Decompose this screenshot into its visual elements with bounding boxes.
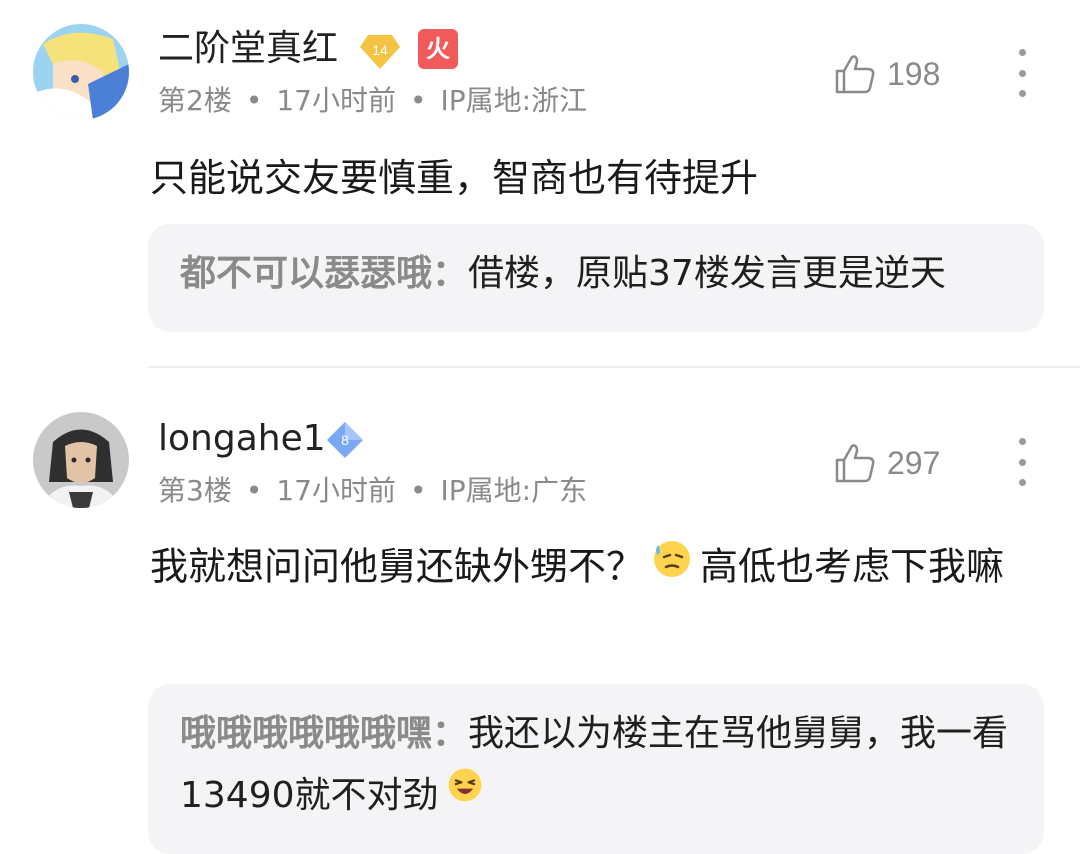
meta-separator: •: [245, 474, 263, 507]
level-badge: 8: [325, 420, 365, 460]
comment-divider: [148, 366, 1080, 368]
level-badge: 14: [360, 31, 400, 71]
more-options-button[interactable]: [1006, 49, 1038, 97]
reply-username[interactable]: 都不可以瑟瑟哦: [180, 253, 432, 294]
thumbs-up-icon: [835, 55, 875, 94]
laughing-emoji-icon: [445, 764, 485, 824]
floor-number: 第3楼: [158, 474, 232, 507]
reply-username[interactable]: 哦哦哦哦哦哦嘿: [180, 713, 432, 754]
username[interactable]: longahe1: [158, 417, 326, 461]
svg-text:14: 14: [372, 42, 388, 58]
reply-text: 借楼，原贴37楼发言更是逆天: [468, 253, 946, 294]
floor-number: 第2楼: [158, 84, 232, 117]
reply-separator: ：: [432, 253, 469, 294]
comment-meta: 第3楼 • 17小时前 • IP属地:广东: [158, 474, 587, 508]
reply-preview[interactable]: 哦哦哦哦哦哦嘿：我还以为楼主在骂他舅舅，我一看13490就不对劲: [148, 684, 1044, 854]
more-options-button[interactable]: [1006, 438, 1038, 486]
like-count: 198: [887, 55, 941, 92]
username[interactable]: 二阶堂真红: [158, 27, 338, 71]
thumbs-up-icon: [835, 444, 875, 483]
avatar[interactable]: [33, 412, 129, 508]
comment-text: 只能说交友要慎重，智商也有待提升: [150, 156, 759, 200]
more-vertical-icon: [1018, 438, 1026, 445]
like-button[interactable]: 297: [833, 441, 940, 485]
meta-separator: •: [409, 474, 427, 507]
post-time: 17小时前: [276, 474, 396, 507]
reply-preview[interactable]: 都不可以瑟瑟哦：借楼，原贴37楼发言更是逆天: [148, 224, 1044, 332]
meta-separator: •: [409, 84, 427, 117]
ip-location: IP属地:广东: [440, 474, 588, 507]
comment-text-part-2: 高低也考虑下我嘛: [700, 544, 1005, 589]
comment-text: 我就想问问他舅还缺外甥不？ 高低也考虑下我嘛: [150, 534, 1030, 604]
post-time: 17小时前: [276, 84, 396, 117]
avatar[interactable]: [33, 24, 129, 120]
swordsman-avatar-image: [33, 412, 129, 508]
sweat-emoji-icon: [650, 534, 694, 598]
ip-location: IP属地:浙江: [440, 84, 588, 117]
comment-text-part-1: 我就想问问他舅还缺外甥不？: [150, 544, 645, 589]
anime-avatar-image: [33, 24, 129, 120]
meta-separator: •: [245, 84, 263, 117]
like-button[interactable]: 198: [833, 52, 940, 96]
svg-text:8: 8: [341, 432, 349, 448]
more-vertical-icon: [1018, 49, 1026, 56]
reply-separator: ：: [432, 713, 469, 754]
fire-badge: 火: [418, 29, 458, 69]
comment-meta: 第2楼 • 17小时前 • IP属地:浙江: [158, 84, 587, 118]
like-count: 297: [887, 444, 941, 481]
